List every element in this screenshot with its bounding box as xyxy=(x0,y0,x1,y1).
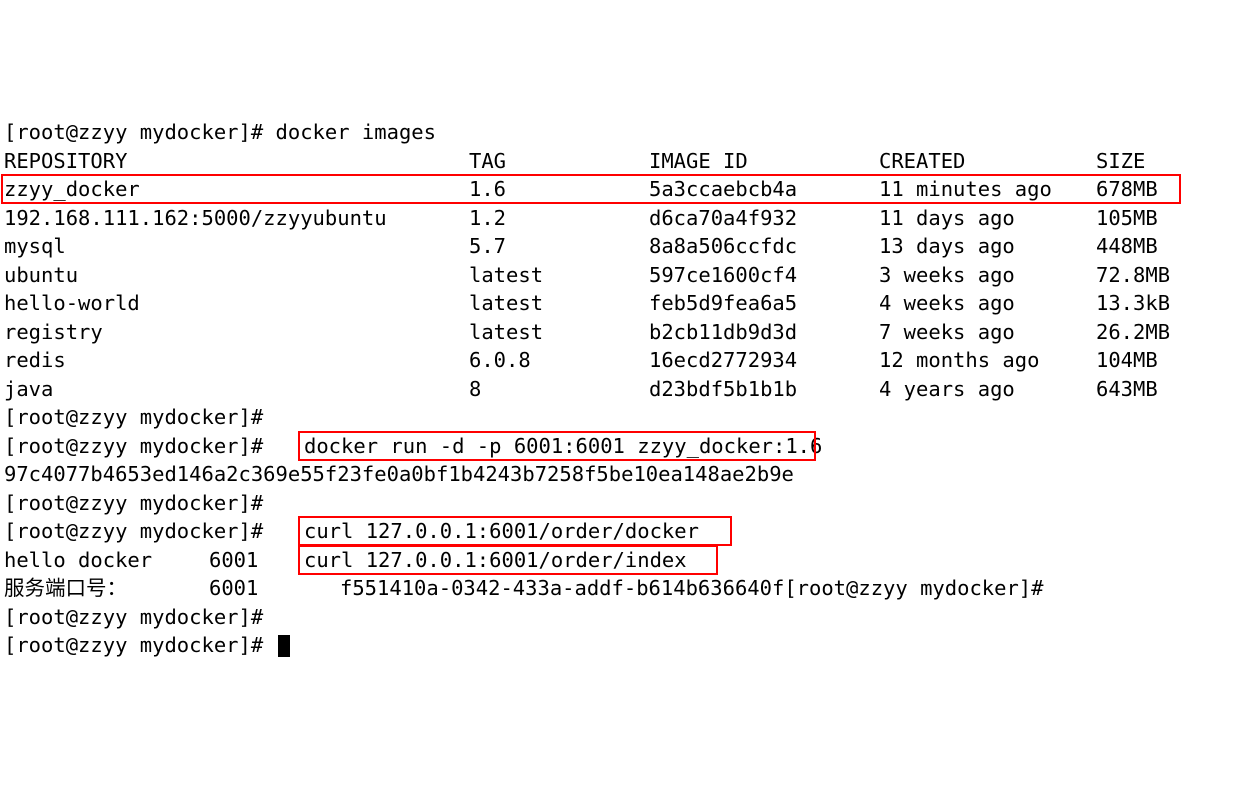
cursor xyxy=(278,635,290,657)
image-id: feb5d9fea6a5 xyxy=(649,289,797,318)
image-tag: 1.6 xyxy=(469,175,506,204)
prompt: [root@zzyy mydocker]# xyxy=(4,403,263,432)
col-header-repository: REPOSITORY xyxy=(4,147,127,176)
image-tag: 5.7 xyxy=(469,232,506,261)
image-repo: mysql xyxy=(4,232,66,261)
image-id: 597ce1600cf4 xyxy=(649,261,797,290)
prompt: [root@zzyy mydocker]# xyxy=(4,432,276,461)
col-header-image-id: IMAGE ID xyxy=(649,147,748,176)
image-id: b2cb11db9d3d xyxy=(649,318,797,347)
curl-output-port2: 6001 xyxy=(209,574,258,603)
image-id: 8a8a506ccfdc xyxy=(649,232,797,261)
image-id: 5a3ccaebcb4a xyxy=(649,175,797,204)
image-size: 678MB xyxy=(1096,175,1158,204)
image-tag: 8 xyxy=(469,375,481,404)
image-tag: 6.0.8 xyxy=(469,346,531,375)
image-size: 448MB xyxy=(1096,232,1158,261)
cmd-curl-docker[interactable]: curl 127.0.0.1:6001/order/docker xyxy=(304,517,699,546)
image-created: 11 days ago xyxy=(879,204,1015,233)
curl-output-hello: hello docker xyxy=(4,546,152,575)
image-created: 7 weeks ago xyxy=(879,318,1015,347)
image-repo: redis xyxy=(4,346,66,375)
image-repo: 192.168.111.162:5000/zzyyubuntu xyxy=(4,204,387,233)
image-size: 104MB xyxy=(1096,346,1158,375)
image-tag: 1.2 xyxy=(469,204,506,233)
cmd-docker-run[interactable]: docker run -d -p 6001:6001 zzyy_docker:1… xyxy=(304,432,822,461)
terminal-output: [root@zzyy mydocker]# docker imagesREPOS… xyxy=(4,118,1234,660)
image-tag: latest xyxy=(469,318,543,347)
image-size: 105MB xyxy=(1096,204,1158,233)
image-tag: latest xyxy=(469,261,543,290)
image-created: 12 months ago xyxy=(879,346,1039,375)
image-repo: java xyxy=(4,375,53,404)
col-header-size: SIZE xyxy=(1096,147,1145,176)
image-size: 26.2MB xyxy=(1096,318,1170,347)
image-tag: latest xyxy=(469,289,543,318)
curl-output-label: 服务端口号： xyxy=(4,574,127,603)
prompt: [root@zzyy mydocker]# xyxy=(4,517,276,546)
image-size: 13.3kB xyxy=(1096,289,1170,318)
col-header-tag: TAG xyxy=(469,147,506,176)
image-created: 13 days ago xyxy=(879,232,1015,261)
image-repo: zzyy_docker xyxy=(4,175,140,204)
image-created: 4 years ago xyxy=(879,375,1015,404)
image-size: 72.8MB xyxy=(1096,261,1170,290)
container-id-output: 97c4077b4653ed146a2c369e55f23fe0a0bf1b42… xyxy=(4,460,794,489)
image-id: d23bdf5b1b1b xyxy=(649,375,797,404)
image-repo: registry xyxy=(4,318,103,347)
curl-output-uuid: f551410a-0342-433a-addf-b614b636640f[roo… xyxy=(340,574,1044,603)
col-header-created: CREATED xyxy=(879,147,965,176)
image-size: 643MB xyxy=(1096,375,1158,404)
image-id: d6ca70a4f932 xyxy=(649,204,797,233)
prompt-current[interactable]: [root@zzyy mydocker]# xyxy=(4,631,290,660)
image-created: 11 minutes ago xyxy=(879,175,1052,204)
prompt: [root@zzyy mydocker]# xyxy=(4,603,263,632)
image-created: 3 weeks ago xyxy=(879,261,1015,290)
image-repo: hello-world xyxy=(4,289,140,318)
curl-output-port: 6001 xyxy=(209,546,258,575)
cmd-docker-images[interactable]: [root@zzyy mydocker]# docker images xyxy=(4,118,436,147)
prompt: [root@zzyy mydocker]# xyxy=(4,489,263,518)
image-created: 4 weeks ago xyxy=(879,289,1015,318)
image-repo: ubuntu xyxy=(4,261,78,290)
image-id: 16ecd2772934 xyxy=(649,346,797,375)
cmd-curl-index[interactable]: curl 127.0.0.1:6001/order/index xyxy=(304,546,687,575)
